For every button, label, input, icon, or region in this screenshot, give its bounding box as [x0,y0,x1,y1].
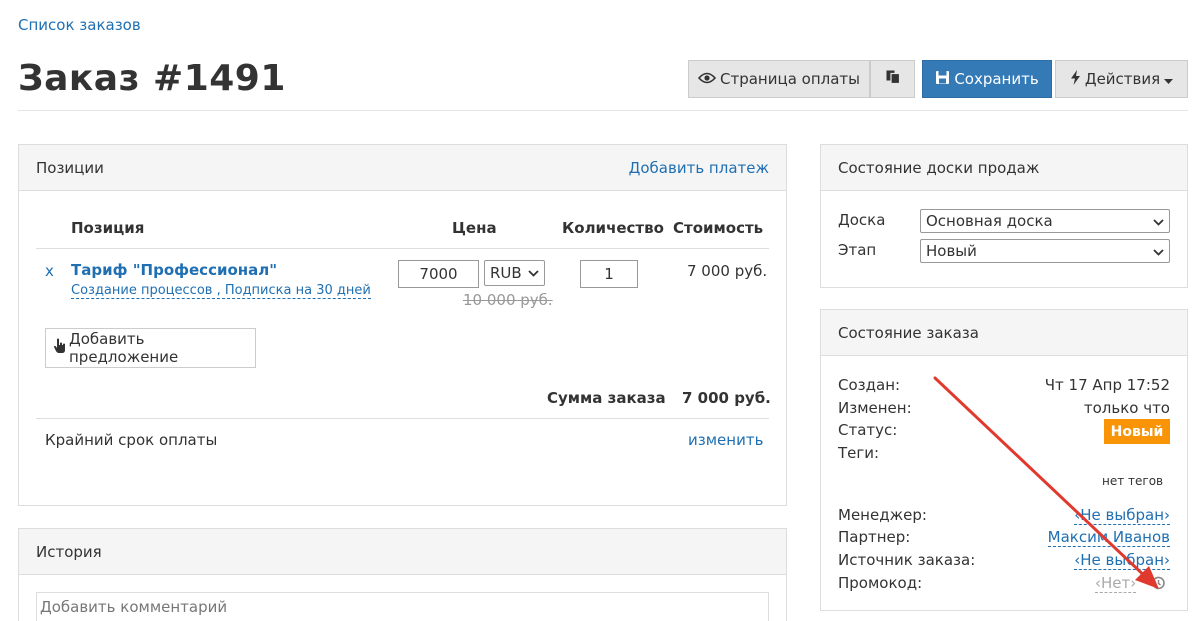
board-state-title: Состояние доски продаж [838,158,1040,177]
page-title: Заказ #1491 [18,58,286,99]
manager-select-link[interactable]: ‹Не выбран› [1074,506,1170,525]
payment-deadline-label: Крайний срок оплаты [45,431,218,449]
chevron-down-icon [528,267,539,280]
copy-button[interactable] [870,60,915,98]
chevron-down-icon [1153,242,1164,260]
created-value: Чт 17 Апр 17:52 [1044,376,1170,394]
eye-icon [697,70,717,88]
hand-pointer-icon [53,338,67,358]
order-state-title: Состояние заказа [838,323,979,342]
status-badge[interactable]: Новый [1104,419,1170,444]
promo-label: Промокод: [838,574,923,592]
positions-title: Позиции [36,158,104,177]
caret-down-icon [1164,70,1174,88]
tags-label: Теги: [838,444,880,462]
price-input[interactable]: 7000 [398,260,479,288]
positions-panel: Позиции Добавить платеж [18,144,787,506]
quantity-input[interactable]: 1 [580,260,638,288]
board-select[interactable]: Основная доска [920,209,1170,233]
title-divider [18,110,1188,111]
history-icon[interactable] [1150,575,1166,595]
column-header-cost: Стоимость [673,219,764,237]
change-deadline-link[interactable]: изменить [688,431,763,449]
floppy-icon [935,70,950,89]
order-source-link[interactable]: ‹Не выбран› [1074,551,1170,570]
remove-item-button[interactable]: x [45,262,54,280]
order-total-label: Сумма заказа [547,389,666,407]
partner-link[interactable]: Максим Иванов [1047,528,1170,547]
order-total-value: 7 000 руб. [682,389,771,407]
board-select-value: Основная доска [926,212,1053,230]
breadcrumb-orders-list[interactable]: Список заказов [18,16,141,34]
add-payment-link[interactable]: Добавить платеж [629,159,769,177]
order-source-label: Источник заказа: [838,551,976,569]
save-label: Сохранить [954,70,1039,88]
status-label: Статус: [838,421,898,439]
partner-label: Партнер: [838,528,911,546]
stage-select-value: Новый [926,242,977,260]
currency-value: RUB [490,264,522,282]
add-offer-button[interactable]: Добавить предложение [45,328,256,368]
history-panel-header: История [19,529,786,575]
currency-select[interactable]: RUB [484,260,545,286]
actions-label: Действия [1084,70,1161,88]
table-header-divider [36,248,769,249]
column-header-position: Позиция [71,219,145,237]
item-name-link[interactable]: Тариф "Профессионал" [71,261,277,279]
actions-dropdown-button[interactable]: Действия [1055,60,1188,98]
item-cost: 7 000 руб. [687,262,768,280]
add-offer-label: Добавить предложение [69,330,179,366]
modified-label: Изменен: [838,399,912,417]
created-label: Создан: [838,376,901,394]
old-price: 10 000 руб. [463,291,553,309]
promo-code-link[interactable]: ‹Нет› [1095,574,1137,593]
payment-page-label: Страница оплаты [720,70,860,88]
board-state-header: Состояние доски продаж [821,145,1187,191]
modified-value: только что [1083,399,1170,417]
column-header-quantity: Количество [562,219,664,237]
board-label: Доска [838,211,886,229]
bolt-icon [1070,69,1081,89]
total-divider [36,418,769,419]
copy-icon [885,69,901,89]
stage-label: Этап [838,241,877,259]
chevron-down-icon [1153,212,1164,230]
positions-panel-header: Позиции Добавить платеж [19,145,786,191]
comment-input[interactable]: Добавить комментарий [36,592,769,621]
history-title: История [36,542,102,561]
item-subtitle-link[interactable]: Создание процессов , Подписка на 30 дней [71,283,371,299]
save-button[interactable]: Сохранить [922,60,1052,98]
payment-page-button[interactable]: Страница оплаты [688,60,870,98]
column-header-price: Цена [452,219,497,237]
stage-select[interactable]: Новый [920,239,1170,263]
manager-label: Менеджер: [838,506,927,524]
tags-value[interactable]: нет тегов [1102,474,1163,488]
order-state-header: Состояние заказа [821,310,1187,356]
